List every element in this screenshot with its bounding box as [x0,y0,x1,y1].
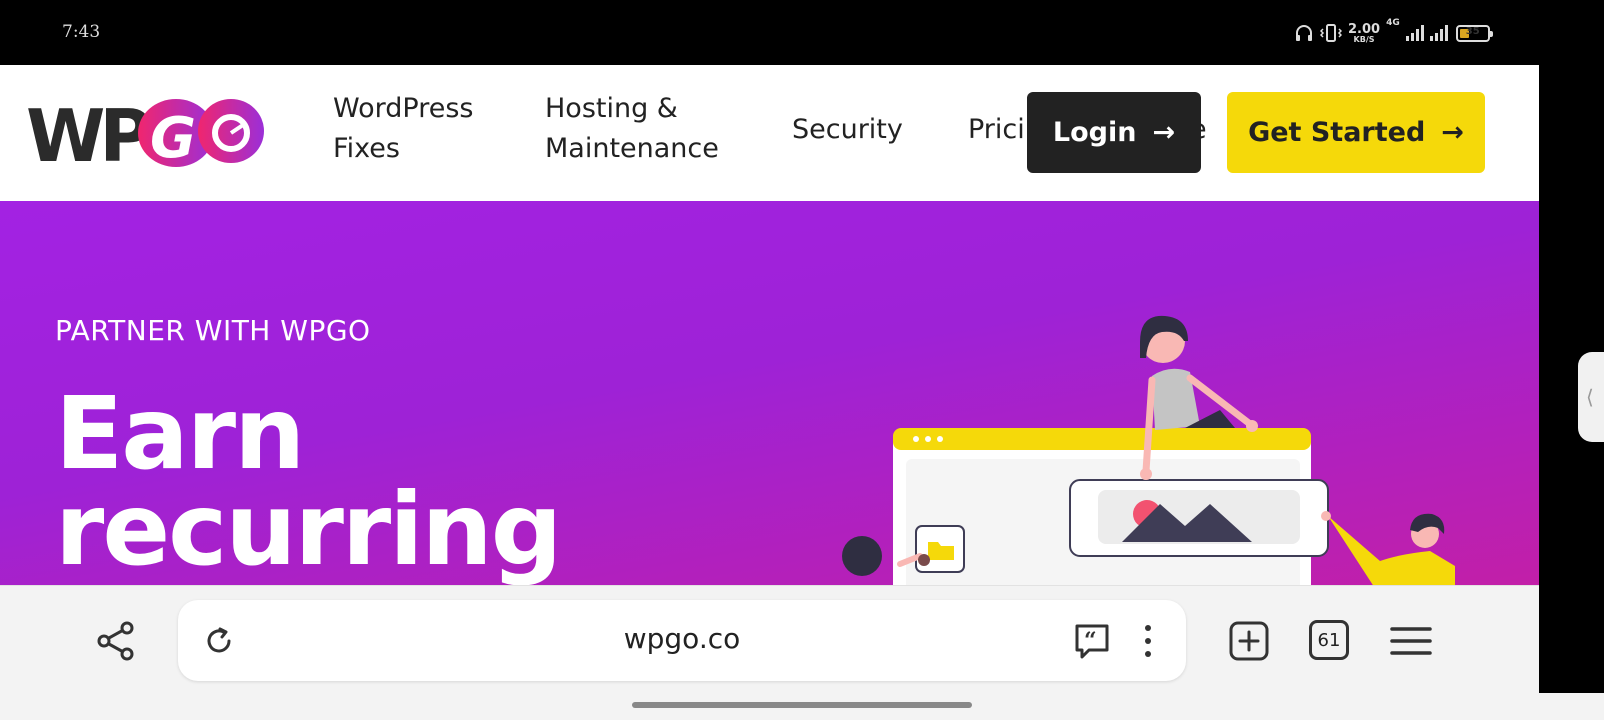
quote-icon[interactable]: “ [1073,622,1111,660]
battery-icon: 35 [1455,24,1493,42]
login-button-label: Login [1052,117,1137,148]
tab-switcher-button[interactable]: 61 [1309,620,1349,660]
chevron-left-icon: ⟨ [1586,385,1594,409]
status-time: 7:43 [62,22,101,42]
nav-pricing[interactable]: Prici [968,110,1025,150]
network-type: 4G [1386,18,1400,28]
hero-title: Earn recurring [55,375,655,585]
hero-title-line1: Earn [55,375,305,492]
arrow-right-icon: → [1152,117,1176,148]
get-started-button[interactable]: Get Started → [1227,92,1485,173]
hero-section: PARTNER WITH WPGO Earn recurring [0,201,1539,585]
svg-text:G: G [150,106,196,170]
side-panel-handle[interactable]: ⟨ [1578,352,1604,442]
get-started-button-label: Get Started [1248,117,1426,148]
nav-pricing-label: Prici [968,114,1025,145]
arrow-right-icon: → [1441,117,1464,148]
network-speed: 2.00 KB/S [1348,23,1380,44]
nav-security-label: Security [792,114,903,145]
hero-kicker: PARTNER WITH WPGO [55,314,371,347]
browser-toolbar: wpgo.co “ 61 [0,585,1539,693]
nav-hosting-maintenance[interactable]: Hosting & Maintenance [545,89,719,169]
menu-icon[interactable] [1390,620,1432,662]
svg-text:“: “ [1084,628,1097,654]
nav-wordpress-fixes[interactable]: WordPress Fixes [333,89,473,169]
nav-wordpress-fixes-line2: Fixes [333,133,400,164]
login-button[interactable]: Login → [1027,92,1201,173]
vibrate-icon [1320,24,1342,42]
tab-count-label: 61 [1317,629,1341,651]
nav-security[interactable]: Security [792,110,903,150]
address-bar[interactable]: wpgo.co “ [178,600,1186,681]
wpgo-logo[interactable]: WP G [26,94,266,178]
status-icons: 2.00 KB/S 4G 35 [1294,18,1493,48]
hero-illustration [842,315,1455,585]
network-speed-value: 2.00 [1348,21,1381,37]
signal-strength-icon-2 [1429,25,1448,41]
wpgo-logo-icon: WP G [26,94,264,178]
home-gesture-bar[interactable] [632,702,972,708]
headphones-icon [1296,25,1312,41]
battery-level: 35 [1465,25,1480,37]
site-header: WP G WordPress Fixes Hosting & Maintenan… [0,65,1539,201]
more-vertical-icon[interactable] [1138,622,1158,660]
new-tab-icon[interactable] [1228,620,1270,662]
share-icon[interactable] [95,620,137,662]
gesture-nav-area [0,693,1604,720]
url-text[interactable]: wpgo.co [178,622,1186,655]
nav-hosting-line2: Maintenance [545,133,719,164]
status-bar: 7:43 2.00 KB/S 4G 35 [0,0,1604,65]
network-speed-unit: KB/S [1353,34,1375,44]
signal-strength-icon-1 [1405,25,1424,41]
nav-hosting-line1: Hosting & [545,93,678,124]
svg-text:WP: WP [26,95,149,170]
nav-wordpress-fixes-line1: WordPress [333,93,474,124]
hero-title-line2: recurring [55,471,562,585]
